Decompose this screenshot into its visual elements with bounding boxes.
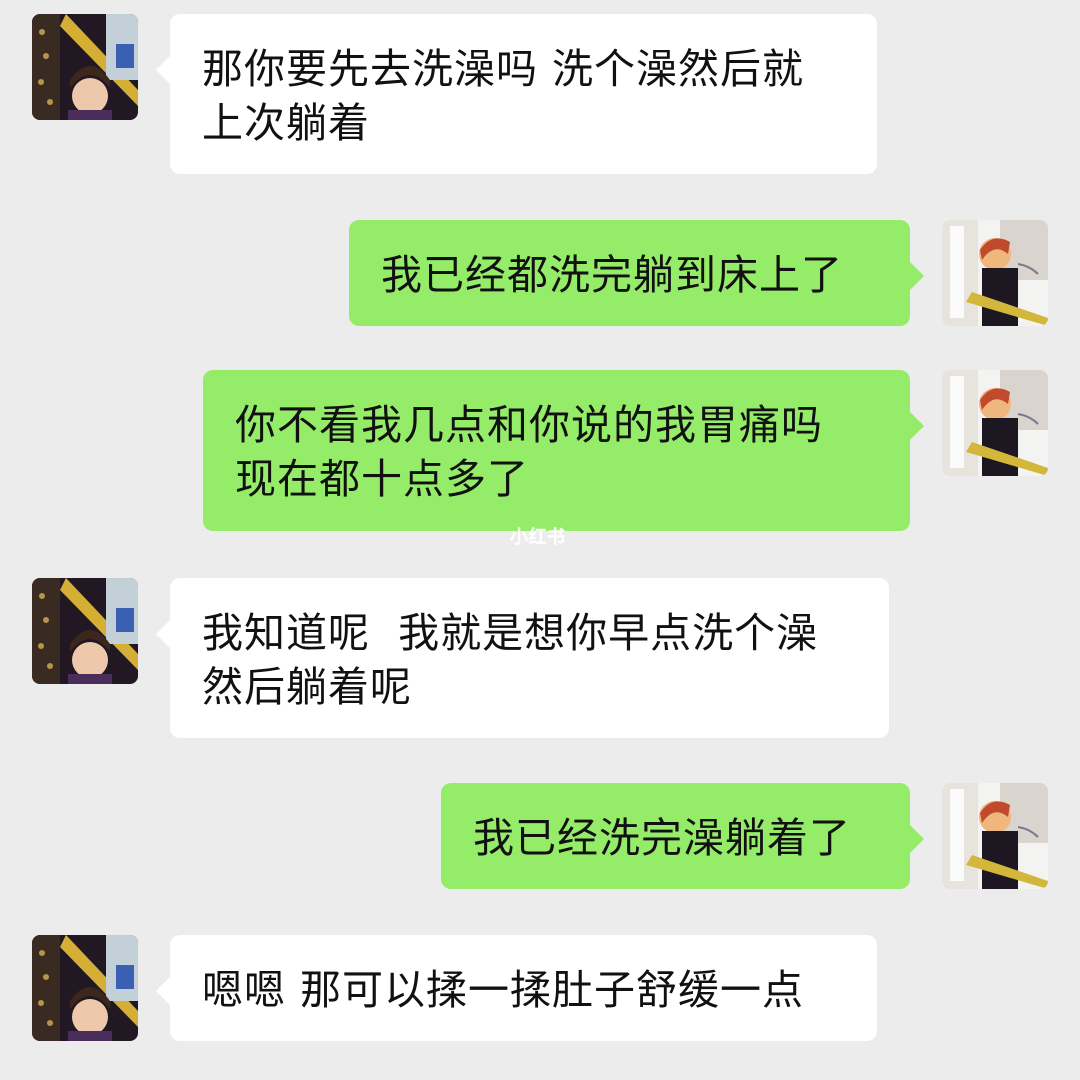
message-bubble-outgoing[interactable]: 我已经洗完澡躺着了 (441, 783, 924, 889)
watermark-text: 小红书 (510, 527, 566, 548)
message-bubble-outgoing[interactable]: 我已经都洗完躺到床上了 (349, 220, 924, 326)
message-bubble-incoming[interactable]: 嗯嗯 那可以揉一揉肚子舒缓一点 (156, 935, 877, 1041)
chat-area: 那你要先去洗澡吗 洗个澡然后就 上次躺着 我已经都洗完躺到床上了 你不看我几点和… (0, 0, 1080, 1080)
message-bubble-incoming[interactable]: 那你要先去洗澡吗 洗个澡然后就 上次躺着 (156, 14, 877, 174)
my-avatar[interactable] (942, 370, 1048, 476)
contact-avatar[interactable] (32, 578, 138, 684)
my-avatar-image (942, 370, 1048, 476)
message-bubble-outgoing[interactable]: 你不看我几点和你说的我胃痛吗 现在都十点多了 (203, 370, 924, 531)
message-bubble-incoming[interactable]: 我知道呢 我就是想你早点洗个澡 然后躺着呢 (156, 578, 889, 738)
my-avatar[interactable] (942, 220, 1048, 326)
contact-avatar[interactable] (32, 14, 138, 120)
contact-avatar-image (32, 578, 138, 684)
my-avatar[interactable] (942, 783, 1048, 889)
contact-avatar-image (32, 14, 138, 120)
contact-avatar[interactable] (32, 935, 138, 1041)
my-avatar-image (942, 220, 1048, 326)
contact-avatar-image (32, 935, 138, 1041)
my-avatar-image (942, 783, 1048, 889)
